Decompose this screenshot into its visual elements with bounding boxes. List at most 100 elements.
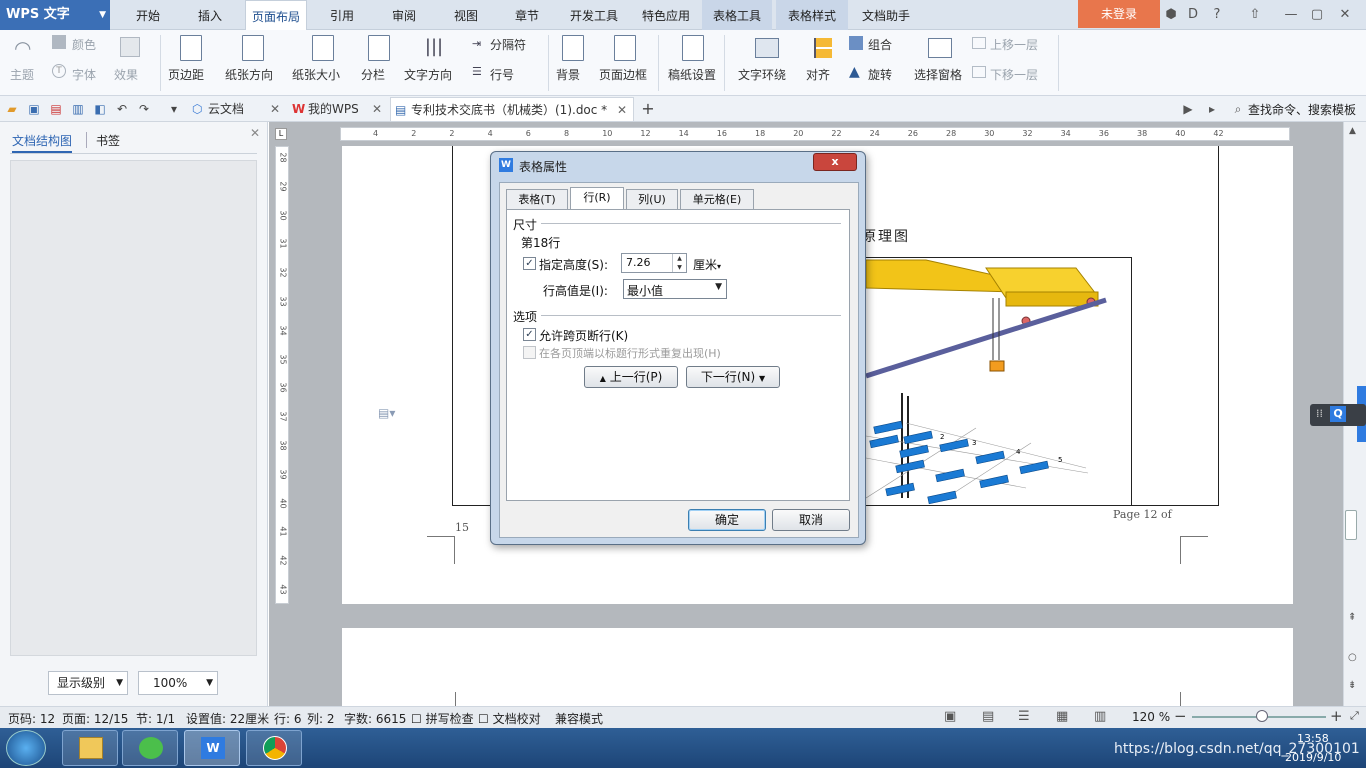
horizontal-ruler[interactable]: 4 2 2 4 6 8 10 12 14 16 18 20 22 24 26 28 30 32 34 36 38 40 42 [340, 127, 1290, 141]
allow-break-checkbox[interactable]: ✓ [523, 328, 536, 341]
paper-settings-button[interactable]: 稿纸设置 [668, 66, 716, 83]
text-direction-button[interactable]: 文字方向 [404, 66, 452, 83]
preview-icon[interactable]: ◧ [92, 101, 108, 117]
prev-page-icon[interactable]: ⇞ [1348, 612, 1356, 623]
maximize-icon[interactable]: ▢ [1308, 6, 1326, 24]
open-icon[interactable]: ▰ [4, 101, 20, 117]
close-icon[interactable]: ✕ [270, 97, 280, 121]
vertical-ruler[interactable]: 28 29 30 31 32 33 34 35 36 37 38 39 40 41 42 43 [275, 146, 289, 604]
row-height-mode-select[interactable]: 最小值 ▼ [623, 279, 727, 299]
skin-icon[interactable]: ⬢ [1162, 6, 1180, 24]
redo-icon[interactable]: ↷ [136, 101, 152, 117]
dialog-close-button[interactable]: x [813, 153, 857, 171]
color-button[interactable]: 颜色 [72, 36, 96, 53]
save-icon[interactable]: ▣ [26, 101, 42, 117]
customize-icon[interactable]: ▾ [166, 101, 182, 117]
prev-row-button[interactable]: ▲ 上一行(P) [584, 366, 678, 388]
status-words[interactable]: 字数: 6615 [344, 710, 406, 727]
cancel-button[interactable]: 取消 [772, 509, 850, 531]
wrap-button[interactable]: 文字环绕 [738, 66, 786, 83]
font-button[interactable]: 字体 [72, 66, 96, 83]
undo-icon[interactable]: ↶ [114, 101, 130, 117]
tab-page-layout[interactable]: 页面布局 [245, 0, 307, 30]
close-icon[interactable]: ✕ [1336, 6, 1354, 24]
next-row-button[interactable]: 下一行(N) ▼ [686, 366, 780, 388]
tab-chapter[interactable]: 章节 [505, 0, 549, 30]
search-command[interactable]: 查找命令、搜索模板 [1248, 101, 1356, 118]
align-button[interactable]: 对齐 [806, 66, 830, 83]
tab-row[interactable]: 行(R) [570, 187, 624, 211]
zoom-slider-thumb[interactable] [1256, 710, 1268, 722]
select-browse-icon[interactable]: ○ [1348, 652, 1357, 663]
unit-dropdown[interactable]: 厘米▾ [693, 256, 721, 273]
close-icon[interactable]: ✕ [372, 97, 382, 121]
video-icon[interactable]: ▶ [1180, 101, 1196, 117]
scroll-up-icon[interactable]: ▲ [1349, 126, 1356, 136]
pdf-icon[interactable]: ▤ [48, 101, 64, 117]
rotate-button[interactable]: 旋转 [868, 66, 892, 83]
tab-table[interactable]: 表格(T) [506, 189, 568, 211]
ime-icon[interactable]: Q [1330, 406, 1346, 422]
orientation-button[interactable]: 纸张方向 [225, 66, 273, 83]
tab-cloud-docs[interactable]: ⬡ 云文档 ✕ [188, 97, 284, 121]
taskbar-wps[interactable]: W [184, 730, 240, 766]
margins-button[interactable]: 页边距 [168, 66, 204, 83]
print-icon[interactable]: ▥ [70, 101, 86, 117]
close-icon[interactable]: ✕ [250, 126, 260, 140]
bring-forward-button[interactable]: 上移一层 [990, 36, 1038, 53]
doc-proof[interactable]: ☐ 文档校对 [478, 710, 541, 727]
status-page[interactable]: 页面: 12/15 [62, 710, 128, 727]
start-button[interactable] [6, 730, 46, 766]
share-icon[interactable]: D [1184, 6, 1202, 24]
tab-cell[interactable]: 单元格(E) [680, 189, 754, 211]
tab-review[interactable]: 审阅 [382, 0, 426, 30]
spinner-icon[interactable]: ▲ ▼ [672, 254, 686, 272]
login-button[interactable]: 未登录 [1078, 0, 1160, 28]
page-view-icon[interactable]: ▤ [982, 709, 994, 724]
app-menu-button[interactable]: WPS 文字 ▼ [0, 0, 110, 30]
separator-button[interactable]: 分隔符 [490, 36, 526, 53]
tab-home[interactable]: 开始 [126, 0, 170, 30]
outline-tree[interactable] [10, 160, 257, 656]
tab-doc-assistant[interactable]: 文档助手 [852, 0, 920, 30]
clock-time[interactable]: 13:58 [1297, 732, 1329, 745]
level-select[interactable]: 显示级别 ▼ [48, 671, 128, 695]
paper-size-button[interactable]: 纸张大小 [292, 66, 340, 83]
tab-insert[interactable]: 插入 [188, 0, 232, 30]
tab-my-wps[interactable]: W 我的WPS ✕ [288, 97, 386, 121]
line-number-button[interactable]: 行号 [490, 66, 514, 83]
theme-button[interactable]: 主题 [10, 66, 34, 83]
taskbar-wechat[interactable] [122, 730, 178, 766]
zoom-level[interactable]: 120 % [1132, 710, 1170, 724]
tab-developer[interactable]: 开发工具 [562, 0, 626, 30]
paragraph-icon[interactable]: ▤▾ [378, 406, 395, 420]
group-button[interactable]: 组合 [868, 36, 892, 53]
selection-pane-button[interactable]: 选择窗格 [914, 66, 962, 83]
zoom-out-icon[interactable]: − [1174, 707, 1187, 725]
fit-icon[interactable]: ⤢ [1350, 709, 1359, 723]
scrollbar-thumb[interactable] [1345, 510, 1357, 540]
new-tab-icon[interactable]: + [640, 101, 656, 117]
columns-button[interactable]: 分栏 [361, 66, 385, 83]
help-button[interactable]: ? [1208, 6, 1226, 24]
fullscreen-icon[interactable]: ▣ [944, 709, 956, 724]
height-input[interactable]: 7.26 ▲ ▼ [621, 253, 687, 273]
tab-bookmark[interactable]: 书签 [96, 132, 120, 149]
restore-ribbon-icon[interactable]: ⇧ [1246, 6, 1264, 24]
tab-column[interactable]: 列(U) [626, 189, 678, 211]
input-method-bar[interactable]: ⁞⁞ Q [1310, 404, 1366, 426]
minimize-icon[interactable]: — [1282, 6, 1300, 24]
specify-height-checkbox[interactable]: ✓ [523, 257, 536, 270]
ok-button[interactable]: 确定 [688, 509, 766, 531]
tab-table-tools[interactable]: 表格工具 [702, 0, 772, 30]
taskbar-explorer[interactable] [62, 730, 118, 766]
background-button[interactable]: 背景 [556, 66, 580, 83]
tab-stop-icon[interactable]: L [275, 128, 287, 140]
zoom-in-icon[interactable]: + [1330, 707, 1343, 725]
reading-mode-icon[interactable]: ▥ [1094, 709, 1106, 724]
tab-view[interactable]: 视图 [444, 0, 488, 30]
tab-special[interactable]: 特色应用 [634, 0, 698, 30]
tab-table-style[interactable]: 表格样式 [776, 0, 848, 30]
send-backward-button[interactable]: 下移一层 [990, 66, 1038, 83]
effect-button[interactable]: 效果 [114, 66, 138, 83]
